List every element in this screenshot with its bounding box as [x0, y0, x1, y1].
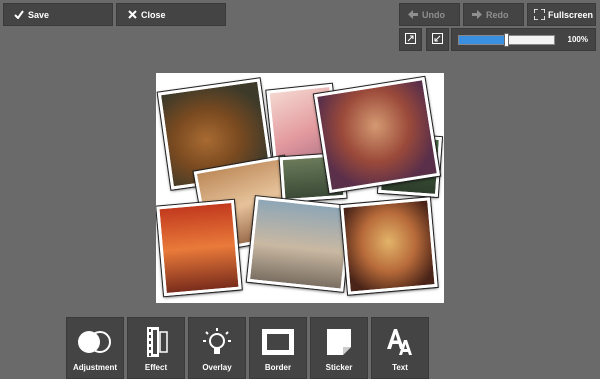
- photo-girls[interactable]: [312, 75, 442, 195]
- arrow-right-icon: [468, 3, 486, 26]
- fullscreen-icon: [530, 3, 548, 26]
- undo-button[interactable]: Undo: [399, 3, 460, 26]
- bulb-icon: [202, 327, 232, 357]
- photo-beach[interactable]: [245, 195, 354, 293]
- tools-bar: Adjustment Effect Overlay Border Sticker…: [66, 317, 429, 379]
- sticker-button[interactable]: Sticker: [310, 317, 368, 379]
- shrink-icon: [432, 31, 443, 49]
- undo-label: Undo: [422, 9, 445, 20]
- text-button[interactable]: Text: [371, 317, 429, 379]
- fullscreen-button[interactable]: Fullscreen: [527, 3, 596, 26]
- text-icon: [385, 327, 415, 357]
- zoom-percentage: 100%: [567, 35, 588, 44]
- expand-icon: [405, 31, 416, 49]
- close-label: Close: [141, 9, 166, 20]
- redo-button[interactable]: Redo: [463, 3, 524, 26]
- close-button[interactable]: Close: [116, 3, 226, 26]
- frame-icon: [262, 327, 294, 357]
- effect-label: Effect: [144, 363, 168, 372]
- photo-orange[interactable]: [156, 198, 243, 298]
- adjustment-label: Adjustment: [73, 363, 117, 372]
- save-button[interactable]: Save: [3, 3, 113, 26]
- sticker-icon: [326, 327, 352, 357]
- overlay-button[interactable]: Overlay: [188, 317, 246, 379]
- fit-to-screen-button[interactable]: [399, 28, 422, 51]
- zoom-control: 100%: [451, 28, 596, 51]
- arrow-left-icon: [404, 3, 422, 26]
- redo-label: Redo: [486, 9, 509, 20]
- zoom-slider-fill: [459, 36, 507, 44]
- check-icon: [10, 3, 28, 26]
- fullscreen-label: Fullscreen: [548, 9, 594, 20]
- text-label: Text: [392, 363, 408, 372]
- effect-button[interactable]: Effect: [127, 317, 185, 379]
- adjustment-button[interactable]: Adjustment: [66, 317, 124, 379]
- save-label: Save: [28, 9, 50, 20]
- zoom-slider-handle[interactable]: [504, 33, 509, 47]
- film-icon: [143, 327, 169, 357]
- photo-women[interactable]: [339, 196, 439, 296]
- border-button[interactable]: Border: [249, 317, 307, 379]
- zoom-slider[interactable]: [458, 33, 555, 47]
- actual-size-button[interactable]: [426, 28, 449, 51]
- sticker-label: Sticker: [325, 363, 353, 372]
- border-label: Border: [264, 363, 292, 372]
- close-icon: [123, 3, 141, 26]
- collage-canvas[interactable]: [156, 73, 444, 303]
- circles-icon: [77, 327, 113, 357]
- overlay-label: Overlay: [202, 363, 232, 372]
